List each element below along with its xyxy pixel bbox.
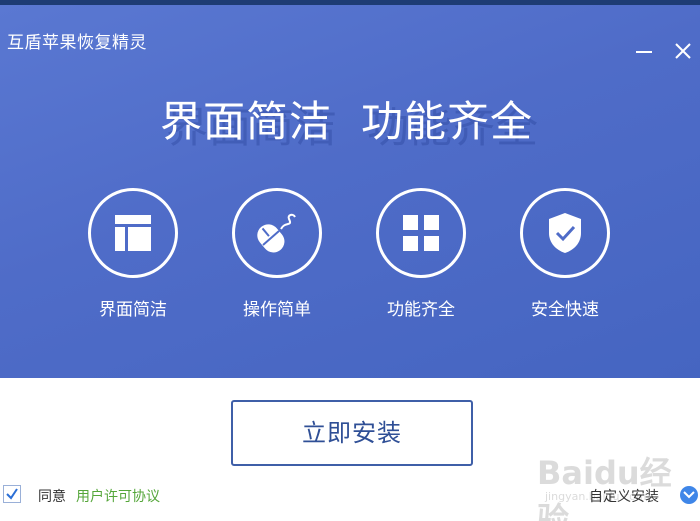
title-bar-line: [0, 0, 700, 5]
feature-circle: [376, 188, 466, 278]
close-icon: [675, 43, 691, 59]
grid-icon: [403, 215, 439, 251]
chevron-down-icon: [683, 491, 695, 499]
app-title: 互盾苹果恢复精灵: [7, 33, 147, 53]
custom-install-toggle[interactable]: [680, 486, 698, 504]
feature-label: 界面简洁: [99, 300, 167, 320]
layout-icon: [115, 215, 151, 251]
close-button[interactable]: [670, 38, 696, 64]
custom-install-link[interactable]: 自定义安装: [589, 486, 659, 506]
agree-checkbox[interactable]: [3, 485, 21, 503]
headline-part-2: 功能齐全: [361, 97, 534, 146]
feature-simple-interface: 界面简洁: [58, 188, 208, 328]
feature-label: 安全快速: [531, 300, 599, 320]
minimize-icon: [636, 51, 652, 53]
installer-window: 互盾苹果恢复精灵 界面简洁 功能齐全 界面简洁 操作简单 功能齐全 安全快速 立…: [0, 0, 700, 521]
hero-banner: 互盾苹果恢复精灵 界面简洁 功能齐全 界面简洁 操作简单 功能齐全 安全快速: [0, 0, 700, 378]
minimize-button[interactable]: [631, 38, 657, 64]
feature-full-function: 功能齐全: [346, 188, 496, 328]
checkmark-icon: [6, 488, 18, 500]
agreement-row: 同意 用户许可协议: [0, 484, 260, 506]
feature-circle: [232, 188, 322, 278]
mouse-icon: [257, 213, 296, 253]
headline-part-1: 界面简洁: [160, 97, 333, 146]
install-now-button[interactable]: 立即安装: [231, 400, 473, 466]
headline: 界面简洁 功能齐全: [0, 88, 700, 148]
agree-label: 同意: [38, 489, 66, 505]
license-agreement-link[interactable]: 用户许可协议: [76, 486, 160, 506]
feature-safe-fast: 安全快速: [490, 188, 640, 328]
watermark-text: Baidu经验: [537, 454, 672, 521]
feature-easy-operation: 操作简单: [202, 188, 352, 328]
feature-circle: [520, 188, 610, 278]
feature-label: 操作简单: [243, 300, 311, 320]
shield-check-icon: [549, 213, 581, 253]
feature-label: 功能齐全: [387, 300, 455, 320]
feature-circle: [88, 188, 178, 278]
